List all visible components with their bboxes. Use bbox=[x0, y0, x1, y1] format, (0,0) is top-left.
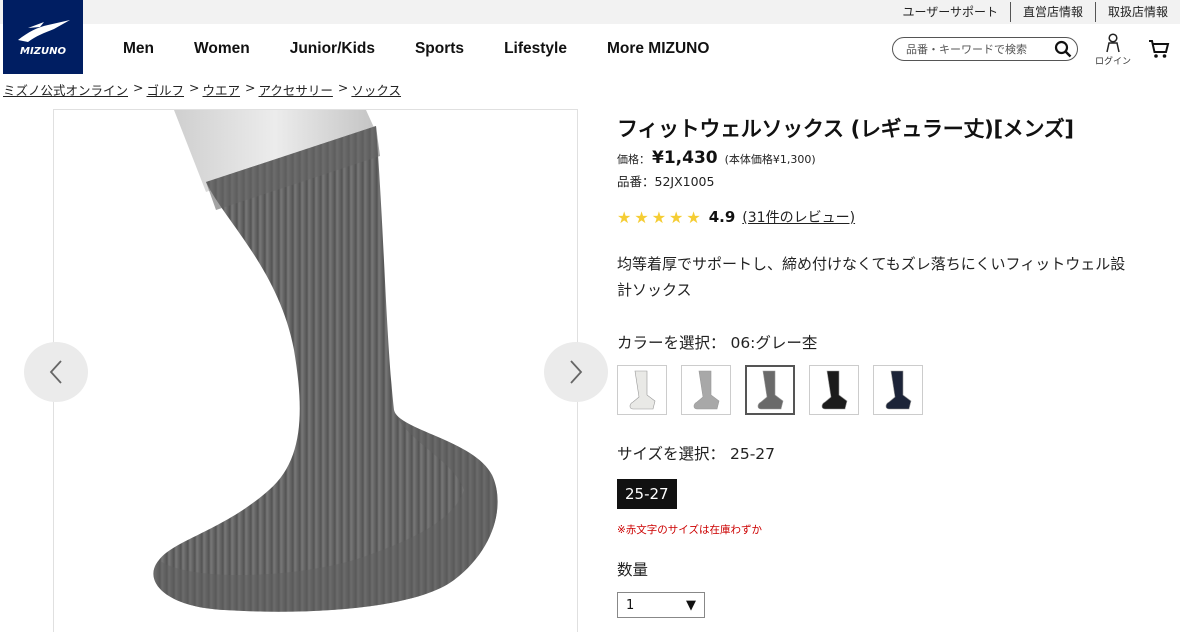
size-option-25-27[interactable]: 25-27 bbox=[617, 479, 677, 509]
breadcrumb-accessories[interactable]: アクセサリー bbox=[259, 80, 333, 99]
sock-icon bbox=[757, 370, 784, 410]
chevron-left-icon bbox=[49, 360, 62, 384]
breadcrumb-golf[interactable]: ゴルフ bbox=[147, 80, 185, 99]
size-value: 25-27 bbox=[729, 445, 776, 463]
size-stock-note: ※赤文字のサイズは在庫わずか bbox=[617, 524, 762, 536]
main-nav: Men Women Junior/Kids Sports Lifestyle M… bbox=[83, 24, 709, 74]
price-value: ¥1,430 bbox=[652, 148, 718, 168]
nav-men[interactable]: Men bbox=[123, 40, 154, 58]
retailers-link[interactable]: 取扱店情報 bbox=[1096, 2, 1180, 22]
color-swatch-gray[interactable] bbox=[745, 365, 795, 415]
breadcrumb-wear[interactable]: ウエア bbox=[203, 80, 241, 99]
utility-links: ユーザーサポート 直営店情報 取扱店情報 bbox=[890, 0, 1180, 24]
breadcrumb-separator: > bbox=[337, 80, 349, 95]
rating-row: ★★★★★ 4.9 (31件のレビュー) bbox=[617, 207, 1157, 227]
logo-wordmark: MIZUNO bbox=[20, 45, 66, 57]
runbird-icon bbox=[18, 19, 70, 42]
product-title: フィットウェルソックス (レギュラー丈)[メンズ] bbox=[617, 117, 1074, 141]
nav-women[interactable]: Women bbox=[194, 40, 250, 58]
sock-icon bbox=[693, 370, 720, 410]
price-row: 価格： ¥1,430 (本体価格¥1,300) bbox=[617, 148, 1157, 168]
chevron-right-icon bbox=[570, 360, 583, 384]
product-image bbox=[153, 110, 498, 612]
breadcrumb-separator: > bbox=[245, 80, 256, 95]
search-input[interactable] bbox=[906, 42, 1044, 56]
search-icon[interactable] bbox=[1053, 39, 1073, 59]
cart-icon bbox=[1149, 40, 1170, 58]
color-swatches bbox=[617, 365, 1157, 415]
user-icon bbox=[1106, 33, 1120, 53]
product-description: 均等着厚でサポートし、締め付けなくてもズレ落ちにくいフィットウェル設計ソックス bbox=[617, 255, 1126, 299]
nav-lifestyle[interactable]: Lifestyle bbox=[504, 40, 567, 58]
product-sku: 品番：52JX1005 bbox=[617, 174, 715, 189]
breadcrumb-separator: > bbox=[133, 80, 144, 95]
utility-bar: ユーザーサポート 直営店情報 取扱店情報 bbox=[0, 0, 1180, 24]
nav-junior-kids[interactable]: Junior/Kids bbox=[290, 40, 375, 58]
color-swatch-black[interactable] bbox=[809, 365, 859, 415]
reviews-link[interactable]: (31件のレビュー) bbox=[742, 207, 855, 227]
product-image-gallery bbox=[53, 109, 578, 632]
color-selector-label: カラーを選択： 06:グレー杢 bbox=[617, 331, 1157, 353]
sock-icon bbox=[629, 370, 656, 410]
mizuno-logo[interactable]: MIZUNO bbox=[3, 0, 83, 74]
login-label: ログイン bbox=[1094, 57, 1131, 67]
gallery-prev-button[interactable] bbox=[24, 342, 88, 402]
quantity-label: 数量 bbox=[617, 561, 649, 579]
gallery-next-button[interactable] bbox=[544, 342, 608, 402]
quantity-select[interactable]: 1 ▼ bbox=[617, 592, 705, 618]
direct-stores-link[interactable]: 直営店情報 bbox=[1011, 2, 1095, 22]
breadcrumb-home[interactable]: ミズノ公式オンライン bbox=[3, 80, 128, 99]
sock-icon bbox=[821, 370, 848, 410]
base-price: (本体価格¥1,300) bbox=[724, 153, 816, 166]
color-swatch-white[interactable] bbox=[617, 365, 667, 415]
chevron-down-icon: ▼ bbox=[686, 597, 696, 613]
breadcrumb: ミズノ公式オンライン > ゴルフ > ウエア > アクセサリー > ソックス bbox=[3, 80, 401, 99]
sock-icon bbox=[885, 370, 912, 410]
nav-sports[interactable]: Sports bbox=[415, 40, 464, 58]
size-label: サイズを選択： bbox=[617, 445, 726, 463]
color-value: 06:グレー杢 bbox=[730, 334, 818, 352]
login-button[interactable]: ログイン bbox=[1093, 33, 1133, 67]
search-box bbox=[892, 37, 1078, 61]
quantity-value: 1 bbox=[626, 597, 635, 613]
product-info: フィットウェルソックス (レギュラー丈)[メンズ] 価格： ¥1,430 (本体… bbox=[617, 112, 1157, 618]
cart-button[interactable] bbox=[1148, 38, 1170, 60]
color-swatch-light-gray[interactable] bbox=[681, 365, 731, 415]
breadcrumb-socks[interactable]: ソックス bbox=[351, 80, 401, 99]
rating-value: 4.9 bbox=[708, 208, 736, 226]
color-label: カラーを選択： bbox=[617, 334, 726, 352]
price-label: 価格： bbox=[617, 153, 650, 166]
rating-stars: ★★★★★ bbox=[617, 207, 704, 227]
size-selector-label: サイズを選択： 25-27 bbox=[617, 442, 1157, 464]
color-swatch-navy[interactable] bbox=[873, 365, 923, 415]
nav-more-mizuno[interactable]: More MIZUNO bbox=[607, 40, 709, 58]
user-support-link[interactable]: ユーザーサポート bbox=[890, 2, 1010, 22]
breadcrumb-separator: > bbox=[189, 80, 200, 95]
